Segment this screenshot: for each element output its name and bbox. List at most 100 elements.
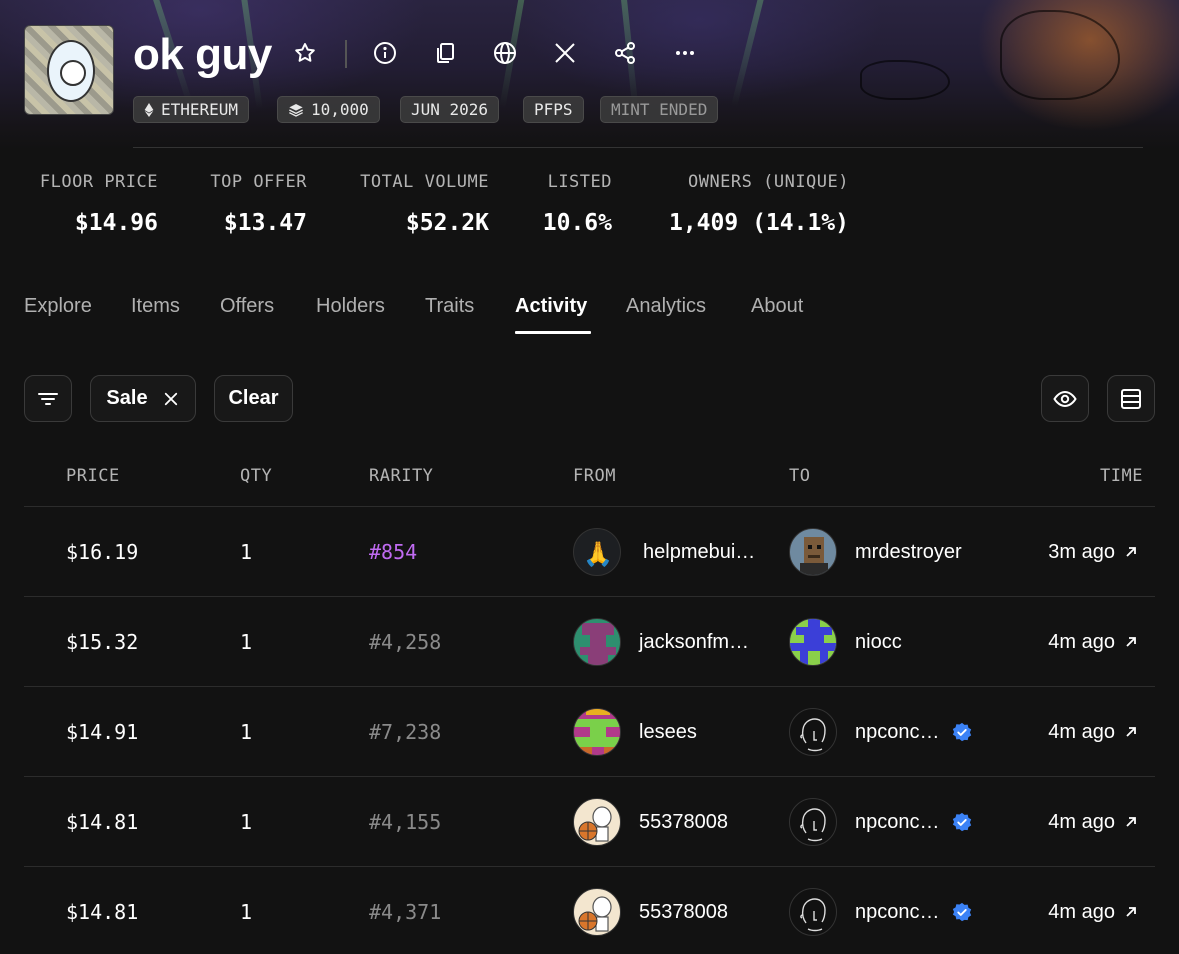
verified-badge-icon — [952, 902, 971, 922]
sale-quantity: 1 — [240, 720, 253, 744]
stat-value: $13.47 — [223, 210, 307, 236]
to-user[interactable]: niocc — [789, 597, 902, 687]
sale-price: $14.81 — [66, 810, 139, 834]
sale-time: 4m ago — [1048, 900, 1115, 923]
ethereum-icon — [144, 102, 154, 117]
external-link-icon — [1126, 637, 1136, 647]
star-icon[interactable] — [290, 38, 320, 68]
tab-analytics[interactable]: Analytics — [626, 295, 706, 318]
x-icon[interactable] — [550, 38, 580, 68]
sale-quantity: 1 — [240, 810, 253, 834]
to-user[interactable]: mrdestroyer — [789, 507, 962, 597]
stat-label: FLOOR PRICE — [39, 172, 158, 192]
column-header-rarity[interactable]: RARITY — [369, 466, 433, 486]
layout-toggle-button[interactable] — [1107, 375, 1155, 422]
chain-tag-label: ETHEREUM — [161, 100, 239, 119]
avatar — [789, 888, 837, 936]
sale-quantity: 1 — [240, 630, 253, 654]
tab-offers[interactable]: Offers — [220, 295, 274, 318]
column-header-time[interactable]: TIME — [1100, 466, 1143, 486]
sale-time-link[interactable]: 4m ago — [1048, 867, 1139, 954]
copy-icon[interactable] — [430, 38, 460, 68]
tab-traits[interactable]: Traits — [425, 295, 474, 318]
sale-time-link[interactable]: 4m ago — [1048, 777, 1139, 867]
to-username: niocc — [855, 630, 902, 653]
avatar — [789, 798, 837, 846]
date-tag-label: JUN 2026 — [411, 100, 489, 119]
table-row[interactable]: $15.32 1 #4,258 jacksonfm… niocc 4m ago — [24, 596, 1155, 686]
sale-time-link[interactable]: 4m ago — [1048, 597, 1139, 687]
close-icon[interactable] — [162, 390, 180, 408]
sale-quantity: 1 — [240, 900, 253, 924]
rarity-rank[interactable]: #7,238 — [369, 720, 441, 744]
date-tag: JUN 2026 — [400, 96, 500, 123]
rarity-rank[interactable]: #4,258 — [369, 630, 441, 654]
tab-activity[interactable]: Activity — [515, 295, 587, 318]
category-tag-label: PFPS — [534, 100, 573, 119]
from-user[interactable]: jacksonfm… — [573, 597, 749, 687]
list-layout-icon — [1121, 388, 1141, 409]
stat-floor-price: FLOOR PRICE $14.96 — [18, 172, 158, 236]
avatar — [573, 888, 621, 936]
from-username: jacksonfm… — [639, 630, 750, 653]
supply-tag[interactable]: 10,000 — [277, 96, 380, 123]
chain-tag[interactable]: ETHEREUM — [133, 96, 250, 123]
column-header-qty: QTY — [240, 466, 273, 486]
from-user[interactable]: 55378008 — [573, 777, 728, 867]
table-row[interactable]: $14.91 1 #7,238 lesees npconc… 4m ago — [24, 686, 1155, 776]
sale-time: 4m ago — [1048, 720, 1115, 743]
stat-top-offer: TOP OFFER $13.47 — [187, 172, 307, 236]
layers-icon — [289, 103, 303, 117]
sale-time-link[interactable]: 4m ago — [1048, 687, 1139, 777]
verified-badge-icon — [952, 722, 971, 742]
table-row[interactable]: $16.19 1 #854 🙏 helpmebui… mrdestroyer 3… — [24, 506, 1155, 596]
from-username: lesees — [639, 720, 697, 743]
sale-time: 4m ago — [1048, 630, 1115, 653]
sale-price: $16.19 — [66, 540, 139, 564]
to-user[interactable]: npconc… — [789, 867, 972, 954]
filter-button[interactable] — [24, 375, 72, 422]
rarity-rank[interactable]: #4,155 — [369, 810, 441, 834]
from-user[interactable]: 🙏 helpmebui… — [573, 507, 755, 597]
tab-about[interactable]: About — [751, 295, 803, 318]
avatar — [789, 708, 837, 756]
globe-icon[interactable] — [490, 38, 520, 68]
from-user[interactable]: lesees — [573, 687, 697, 777]
more-icon[interactable] — [670, 38, 700, 68]
to-username: mrdestroyer — [855, 540, 962, 563]
stat-owners: OWNERS (UNIQUE) 1,409 (14.1%) — [649, 172, 849, 236]
from-user[interactable]: 55378008 — [573, 867, 728, 954]
column-header-to: TO — [789, 466, 811, 486]
from-username: 55378008 — [639, 900, 728, 923]
header-divider-line — [133, 147, 1143, 148]
stat-label: TOTAL VOLUME — [360, 172, 489, 192]
sale-quantity: 1 — [240, 540, 253, 564]
tab-items[interactable]: Items — [131, 295, 180, 318]
table-row[interactable]: $14.81 1 #4,155 55378008 npconc… 4m ago — [24, 776, 1155, 866]
avatar: 🙏 — [573, 528, 621, 576]
sale-time: 4m ago — [1048, 810, 1115, 833]
avatar — [789, 618, 837, 666]
column-header-price[interactable]: PRICE — [66, 466, 120, 486]
to-username: npconc… — [855, 900, 940, 923]
clear-filters-button[interactable]: Clear — [214, 375, 293, 422]
info-icon[interactable] — [370, 38, 400, 68]
rarity-rank[interactable]: #4,371 — [369, 900, 441, 924]
sale-price: $14.81 — [66, 900, 139, 924]
rarity-rank[interactable]: #854 — [369, 540, 417, 564]
sale-filter-label: Sale — [106, 387, 148, 409]
eye-icon — [1053, 390, 1077, 407]
sale-filter-chip[interactable]: Sale — [90, 375, 196, 422]
tab-holders[interactable]: Holders — [316, 295, 385, 318]
sale-time-link[interactable]: 3m ago — [1048, 507, 1139, 597]
to-user[interactable]: npconc… — [789, 687, 972, 777]
sale-time: 3m ago — [1048, 540, 1115, 563]
tab-explore[interactable]: Explore — [24, 295, 92, 318]
to-user[interactable]: npconc… — [789, 777, 972, 867]
header-divider — [345, 40, 347, 68]
stat-total-volume: TOTAL VOLUME $52.2K — [339, 172, 489, 236]
visibility-toggle-button[interactable] — [1041, 375, 1089, 422]
category-tag[interactable]: PFPS — [523, 96, 584, 123]
share-icon[interactable] — [610, 38, 640, 68]
table-row[interactable]: $14.81 1 #4,371 55378008 npconc… 4m ago — [24, 866, 1155, 954]
